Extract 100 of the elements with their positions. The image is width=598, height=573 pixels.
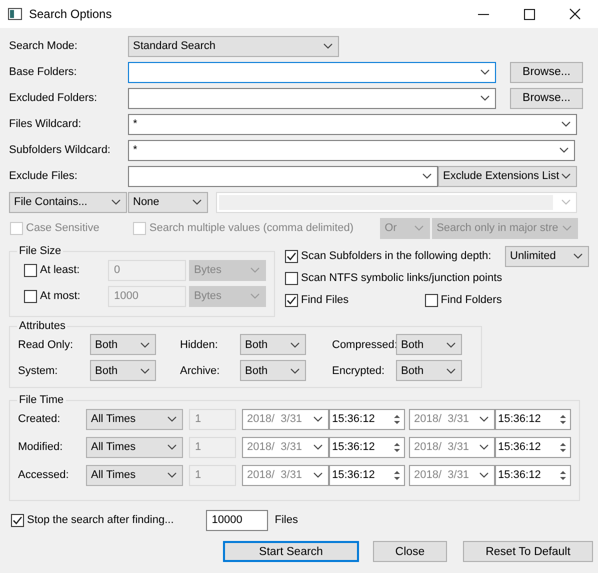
date-picker[interactable]: 2018/ 3/31 (242, 436, 329, 458)
chevron-icon (167, 416, 177, 422)
input-field[interactable]: 10000 (206, 510, 268, 530)
search-text-field[interactable] (216, 192, 577, 212)
checkbox-label: Find Folders (440, 294, 502, 306)
field-label: Base Folders: (9, 66, 78, 78)
dialog-button[interactable]: Start Search (223, 541, 359, 562)
field-label: Modified: (18, 441, 64, 453)
dropdown[interactable]: Exclude Extensions List (438, 166, 577, 186)
chevron-icon (446, 368, 456, 374)
checkbox-label: At most: (40, 290, 80, 302)
chevron-icon (562, 225, 572, 231)
group-title: File Size (18, 245, 62, 257)
group-title: Attributes (18, 320, 66, 332)
checkbox[interactable] (285, 294, 298, 306)
group-title: File Time (18, 394, 65, 406)
time-field[interactable]: 15:36:12 (329, 436, 405, 458)
dropdown[interactable]: Unlimited (505, 246, 589, 266)
checkbox[interactable] (285, 250, 298, 262)
chevron-icon (446, 342, 456, 348)
checkbox-label: Find Files (301, 294, 349, 306)
app-icon (8, 8, 22, 20)
checkbox[interactable] (11, 514, 24, 526)
time-field[interactable]: 15:36:12 (495, 464, 571, 486)
field-label: Hidden: (179, 338, 219, 350)
browse-button[interactable]: Browse... (510, 62, 583, 82)
chevron-icon (167, 444, 177, 450)
date-picker[interactable]: 2018/ 3/31 (242, 408, 329, 430)
chevron-icon (561, 121, 571, 127)
checkbox[interactable] (285, 272, 298, 284)
chevron-icon (313, 416, 323, 422)
checkbox-label: At least: (40, 264, 80, 276)
dropdown[interactable]: Both (240, 334, 306, 355)
chevron-icon (479, 472, 489, 478)
field-label: Created: (18, 413, 62, 425)
combo-field[interactable] (128, 166, 438, 186)
field-label: Excluded Folders: (9, 92, 98, 104)
chevron-icon (480, 69, 490, 75)
folder-combo[interactable] (128, 88, 496, 108)
dropdown[interactable]: None (128, 192, 208, 212)
field-label: Files Wildcard: (9, 118, 82, 130)
dropdown[interactable]: Both (90, 360, 156, 381)
chevron-icon (250, 267, 260, 273)
chevron-icon (140, 342, 150, 348)
field-label: Subfolders Wildcard: (9, 144, 112, 156)
checkbox-label: Scan Subfolders in the following depth: (301, 250, 492, 262)
date-picker[interactable]: 2018/ 3/31 (409, 464, 495, 486)
dropdown[interactable]: Both (396, 334, 462, 355)
time-field[interactable]: 15:36:12 (329, 408, 405, 430)
close-icon (569, 8, 581, 20)
maximize-icon (524, 8, 534, 20)
chevron-icon (422, 173, 432, 179)
combo-field[interactable]: * (128, 140, 575, 160)
field-label: Exclude Files: (9, 170, 78, 182)
browse-button[interactable]: Browse... (510, 88, 583, 108)
dropdown[interactable]: Both (240, 360, 306, 381)
dropdown[interactable]: All Times (86, 408, 183, 430)
field-label: Read Only: (18, 338, 74, 350)
chevron-icon (192, 199, 202, 205)
field-label: Search Mode: (9, 40, 78, 52)
chevron-icon (313, 472, 323, 478)
date-picker[interactable]: 2018/ 3/31 (242, 464, 329, 486)
folder-combo[interactable] (128, 62, 496, 82)
chevron-icon (479, 416, 489, 422)
chevron-icon (111, 199, 121, 205)
chevron-icon (290, 368, 300, 374)
chevron-icon (250, 293, 260, 299)
chevron-icon (561, 173, 571, 179)
dropdown[interactable]: All Times (86, 436, 183, 458)
combo-field[interactable]: * (128, 114, 577, 134)
field-label: Encrypted: (331, 364, 386, 376)
chevron-icon (323, 43, 333, 49)
unit-label: Files (274, 514, 298, 526)
chevron-icon (414, 225, 424, 231)
window-title: Search Options (29, 7, 113, 21)
checkbox-label: Search multiple values (comma delimited) (149, 222, 354, 234)
dropdown[interactable]: All Times (86, 464, 183, 486)
chevron-icon (480, 95, 490, 101)
checkbox-label: Stop the search after finding... (27, 514, 174, 526)
dropdown[interactable]: File Contains... (9, 192, 127, 212)
chevron-icon (573, 253, 583, 259)
date-picker[interactable]: 2018/ 3/31 (409, 436, 495, 458)
dropdown[interactable]: Standard Search (128, 36, 339, 56)
field-label: Archive: (179, 364, 221, 376)
checkbox[interactable] (424, 294, 438, 306)
chevron-icon (167, 472, 177, 478)
dialog-button[interactable]: Reset To Default (463, 541, 593, 562)
time-field[interactable]: 15:36:12 (329, 464, 405, 486)
dropdown[interactable]: Both (90, 334, 156, 355)
chevron-icon (313, 444, 323, 450)
checkbox-label: Case Sensitive (26, 222, 100, 234)
date-picker[interactable]: 2018/ 3/31 (409, 408, 495, 430)
field-label: Compressed: (331, 338, 396, 350)
checkbox-label: Scan NTFS symbolic links/junction points (301, 272, 502, 284)
dropdown[interactable]: Both (396, 360, 462, 381)
dialog-button[interactable]: Close (373, 541, 447, 562)
time-field[interactable]: 15:36:12 (495, 408, 571, 430)
chevron-icon (559, 147, 569, 153)
time-field[interactable]: 15:36:12 (495, 436, 571, 458)
field-label: Accessed: (18, 469, 70, 481)
